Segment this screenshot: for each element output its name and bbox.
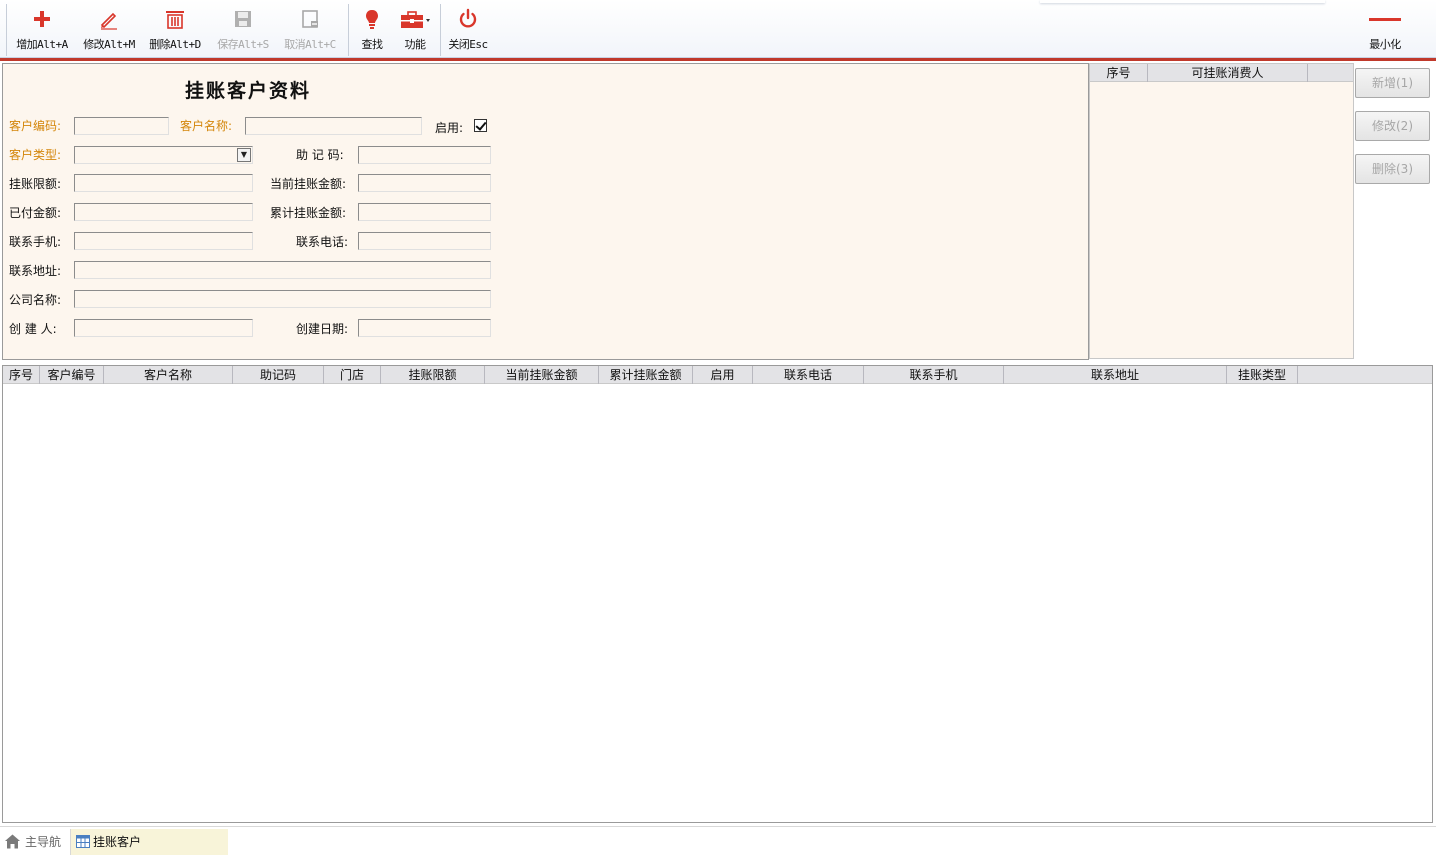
creator-label: 创 建 人: xyxy=(9,322,57,336)
consumer-grid[interactable]: 序号 可挂账消费人 xyxy=(1089,63,1354,359)
bottom-tab-bar: 主导航 挂账客户 xyxy=(0,826,1436,855)
floppy-disk-icon xyxy=(235,11,251,27)
customer-type-label: 客户类型: xyxy=(9,148,62,162)
column-header[interactable]: 联系地址 xyxy=(1004,366,1227,384)
column-header[interactable]: 挂账类型 xyxy=(1227,366,1298,384)
created-date-label: 创建日期: xyxy=(296,322,349,336)
toolbar-separator xyxy=(348,4,349,56)
customer-grid-header: 序号 客户编号 客户名称 助记码 门店 挂账限额 当前挂账金额 累计挂账金额 启… xyxy=(3,366,1432,384)
customer-form-panel: 挂账客户资料 客户编码: 客户名称: 启用: 客户类型: ▼ 助 记 码: 挂账… xyxy=(2,63,1089,360)
company-input[interactable] xyxy=(74,290,491,308)
current-credit-input[interactable] xyxy=(358,174,491,192)
column-header[interactable]: 可挂账消费人 xyxy=(1148,64,1308,82)
credit-limit-label: 挂账限额: xyxy=(9,177,62,191)
tab-credit-customer[interactable]: 挂账客户 xyxy=(70,829,228,855)
customer-type-select[interactable] xyxy=(74,146,253,164)
column-header[interactable]: 客户编号 xyxy=(40,366,104,384)
mnemonic-input[interactable] xyxy=(358,146,491,164)
customer-code-input[interactable] xyxy=(74,117,169,135)
cancel-button-label: 取消Alt+C xyxy=(284,38,336,51)
column-header[interactable]: 序号 xyxy=(1090,64,1148,82)
customer-grid[interactable]: 序号 客户编号 客户名称 助记码 门店 挂账限额 当前挂账金额 累计挂账金额 启… xyxy=(2,365,1433,823)
toolbar-separator xyxy=(440,4,441,56)
total-credit-label: 累计挂账金额: xyxy=(270,206,347,220)
toolbar-accent-line xyxy=(0,58,1436,61)
address-label: 联系地址: xyxy=(9,264,62,278)
new-consumer-button[interactable]: 新增(1) xyxy=(1355,68,1430,98)
cancel-button[interactable]: 取消Alt+C xyxy=(280,6,340,54)
credit-limit-input[interactable] xyxy=(74,174,253,192)
cancel-icon xyxy=(302,10,318,28)
mobile-input[interactable] xyxy=(74,232,253,250)
company-label: 公司名称: xyxy=(9,293,62,307)
add-button-label: 增加Alt+A xyxy=(16,38,68,51)
trash-icon xyxy=(166,11,184,29)
tab-home[interactable]: 主导航 xyxy=(4,829,68,855)
phone-input[interactable] xyxy=(358,232,491,250)
customer-code-label: 客户编码: xyxy=(9,119,62,133)
creator-input[interactable] xyxy=(74,319,253,337)
delete-button[interactable]: 删除Alt+D xyxy=(145,6,205,54)
paid-amount-label: 已付金额: xyxy=(9,206,62,220)
tab-credit-customer-label: 挂账客户 xyxy=(93,835,142,849)
close-button-label: 关闭Esc xyxy=(448,38,488,51)
column-header[interactable]: 挂账限额 xyxy=(381,366,485,384)
pencil-icon xyxy=(100,12,117,30)
toolbar-separator xyxy=(6,4,7,56)
delete-consumer-button[interactable]: 删除(3) xyxy=(1355,154,1430,184)
close-button[interactable]: 关闭Esc xyxy=(444,6,492,54)
total-credit-input[interactable] xyxy=(358,203,491,221)
column-header[interactable]: 启用 xyxy=(693,366,753,384)
consumer-grid-header: 序号 可挂账消费人 xyxy=(1090,64,1353,82)
column-header[interactable]: 序号 xyxy=(3,366,40,384)
column-header[interactable]: 联系手机 xyxy=(864,366,1004,384)
grid-table-icon xyxy=(76,835,90,848)
dropdown-arrow-icon[interactable]: ▼ xyxy=(237,148,251,162)
save-button[interactable]: 保存Alt+S xyxy=(213,6,273,54)
column-header[interactable]: 助记码 xyxy=(233,366,324,384)
power-icon xyxy=(459,8,477,28)
delete-button-label: 删除Alt+D xyxy=(149,38,201,51)
modify-consumer-button[interactable]: 修改(2) xyxy=(1355,111,1430,141)
tab-home-label: 主导航 xyxy=(25,835,62,849)
add-button[interactable]: 增加Alt+A xyxy=(12,6,72,54)
current-credit-label: 当前挂账金额: xyxy=(270,177,347,191)
enabled-checkbox[interactable] xyxy=(474,119,487,132)
mobile-label: 联系手机: xyxy=(9,235,62,249)
toolbar-highlight xyxy=(1040,0,1325,3)
function-button-label: 功能 xyxy=(404,38,427,51)
column-header[interactable]: 门店 xyxy=(324,366,381,384)
created-date-input[interactable] xyxy=(358,319,491,337)
minimize-icon xyxy=(1369,18,1401,21)
minimize-button[interactable]: 最小化 xyxy=(1362,6,1408,54)
column-header[interactable]: 当前挂账金额 xyxy=(485,366,599,384)
lightbulb-icon xyxy=(366,10,378,29)
toolbar: 增加Alt+A 修改Alt+M 删除Alt+D 保存Alt+S 取消Alt+C … xyxy=(0,0,1436,58)
edit-button-label: 修改Alt+M xyxy=(83,38,135,51)
address-input[interactable] xyxy=(74,261,491,279)
function-button[interactable]: 功能 xyxy=(396,6,434,54)
enabled-label: 启用: xyxy=(435,121,464,135)
paid-amount-input[interactable] xyxy=(74,203,253,221)
form-title: 挂账客户资料 xyxy=(185,80,312,102)
mnemonic-label: 助 记 码: xyxy=(296,148,344,162)
save-button-label: 保存Alt+S xyxy=(217,38,269,51)
column-header[interactable]: 联系电话 xyxy=(753,366,864,384)
minimize-button-label: 最小化 xyxy=(1369,38,1401,51)
customer-name-label: 客户名称: xyxy=(180,119,233,133)
plus-icon xyxy=(34,11,50,27)
find-button[interactable]: 查找 xyxy=(354,6,390,54)
toolbox-icon xyxy=(401,11,430,28)
home-icon xyxy=(5,834,20,849)
find-button-label: 查找 xyxy=(361,38,384,51)
edit-button[interactable]: 修改Alt+M xyxy=(79,6,139,54)
column-header[interactable]: 累计挂账金额 xyxy=(599,366,693,384)
column-header[interactable]: 客户名称 xyxy=(104,366,233,384)
customer-name-input[interactable] xyxy=(245,117,422,135)
phone-label: 联系电话: xyxy=(296,235,349,249)
